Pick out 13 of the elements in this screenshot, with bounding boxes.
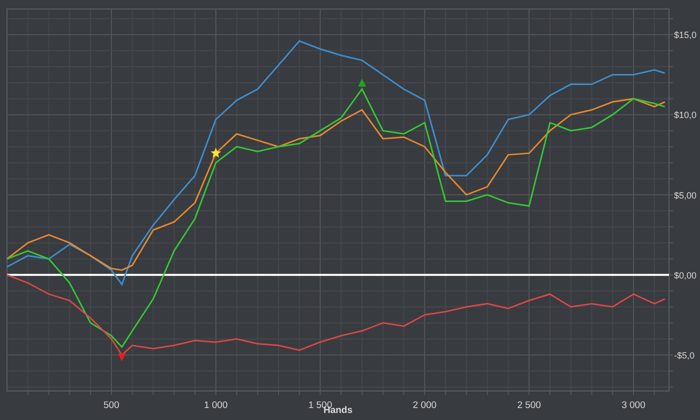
y-tick-label: $15,0 xyxy=(674,30,697,40)
x-tick-label: 2 000 xyxy=(412,400,437,411)
y-tick-label: $5,00 xyxy=(674,190,697,200)
x-tick-label: 2 500 xyxy=(517,400,541,411)
y-tick-label: $10,0 xyxy=(674,110,697,120)
y-tick-label: $0,00 xyxy=(674,270,697,280)
triangle-up-icon xyxy=(358,78,366,87)
x-tick-label: 3 000 xyxy=(622,400,646,411)
star-icon xyxy=(210,148,222,158)
x-tick-label: 500 xyxy=(103,400,120,411)
triangle-down-icon xyxy=(118,353,126,362)
x-tick-label: 1 000 xyxy=(204,400,228,411)
y-tick-label: -$5,0 xyxy=(674,350,695,360)
